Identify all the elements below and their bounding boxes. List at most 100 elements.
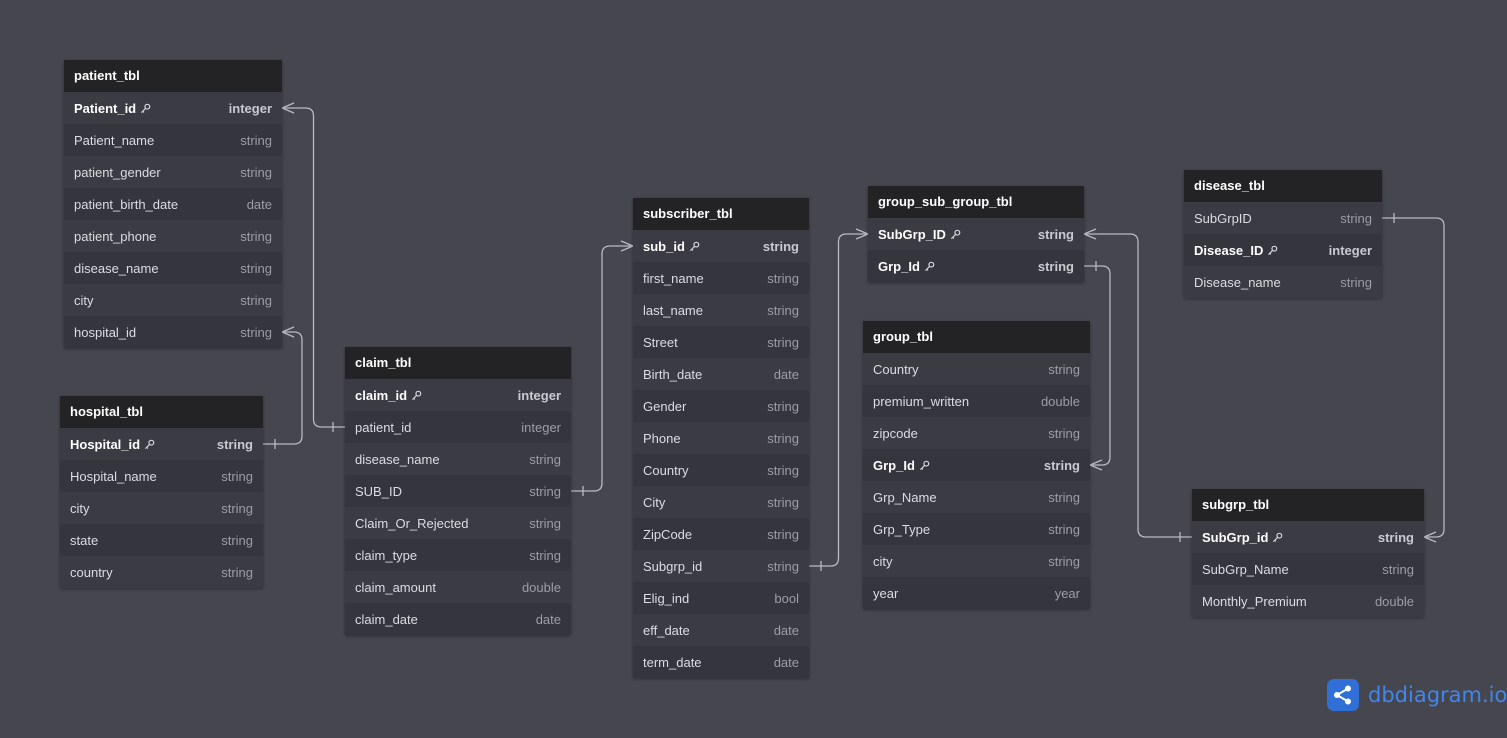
field-name: claim_type [355, 548, 417, 563]
relationship-line[interactable] [281, 102, 345, 432]
field-row[interactable]: eff_date date [633, 614, 809, 646]
key-icon [1267, 245, 1278, 256]
field-row[interactable]: Country string [633, 454, 809, 486]
field-row[interactable]: Birth_date date [633, 358, 809, 390]
field-row[interactable]: Monthly_Premium double [1192, 585, 1424, 617]
field-row[interactable]: Disease_name string [1184, 266, 1382, 298]
table-header[interactable]: group_tbl [863, 321, 1090, 353]
field-row[interactable]: claim_id integer [345, 379, 571, 411]
field-row[interactable]: Street string [633, 326, 809, 358]
field-row[interactable]: City string [633, 486, 809, 518]
field-name-text: first_name [643, 270, 704, 286]
field-row[interactable]: Grp_Id string [868, 250, 1084, 282]
table-patient-tbl[interactable]: patient_tbl Patient_id integer Patient_name… [64, 60, 282, 348]
field-row[interactable]: Country string [863, 353, 1090, 385]
key-icon [924, 261, 935, 272]
relationship-line[interactable] [1083, 228, 1192, 542]
field-name: hospital_id [74, 325, 136, 340]
field-name-text: eff_date [643, 622, 690, 638]
field-row[interactable]: hospital_id string [64, 316, 282, 348]
table-header[interactable]: subscriber_tbl [633, 198, 809, 230]
field-row[interactable]: year year [863, 577, 1090, 609]
field-row[interactable]: Phone string [633, 422, 809, 454]
table-header[interactable]: claim_tbl [345, 347, 571, 379]
field-row[interactable]: country string [60, 556, 263, 588]
field-row[interactable]: sub_id string [633, 230, 809, 262]
field-name: Subgrp_id [643, 559, 702, 574]
field-row[interactable]: city string [60, 492, 263, 524]
field-row[interactable]: Grp_Id string [863, 449, 1090, 481]
field-row[interactable]: patient_id integer [345, 411, 571, 443]
field-row[interactable]: Elig_ind bool [633, 582, 809, 614]
field-row[interactable]: zipcode string [863, 417, 1090, 449]
field-row[interactable]: Patient_id integer [64, 92, 282, 124]
field-row[interactable]: SubGrp_ID string [868, 218, 1084, 250]
field-row[interactable]: Hospital_name string [60, 460, 263, 492]
table-header[interactable]: patient_tbl [64, 60, 282, 92]
field-row[interactable]: SubGrp_Name string [1192, 553, 1424, 585]
field-name-text: claim_date [355, 611, 418, 627]
key-icon [411, 390, 422, 401]
table-hospital-tbl[interactable]: hospital_tbl Hospital_id string Hospital_na… [60, 396, 263, 588]
table-claim-tbl[interactable]: claim_tbl claim_id integer patient_id intege… [345, 347, 571, 635]
field-name: SubGrp_id [1202, 530, 1283, 545]
field-name-text: last_name [643, 302, 703, 318]
field-name: Grp_Type [873, 522, 930, 537]
table-header[interactable]: subgrp_tbl [1192, 489, 1424, 521]
table-group-sub-group-tbl[interactable]: group_sub_group_tbl SubGrp_ID string Grp_Id… [868, 186, 1084, 282]
table-header[interactable]: disease_tbl [1184, 170, 1382, 202]
table-subgrp-tbl[interactable]: subgrp_tbl SubGrp_id string SubGrp_Name stri… [1192, 489, 1424, 617]
table-header[interactable]: hospital_tbl [60, 396, 263, 428]
field-name-text: Gender [643, 398, 687, 414]
field-row[interactable]: state string [60, 524, 263, 556]
field-type: string [240, 132, 272, 148]
field-name: city [74, 293, 94, 308]
field-row[interactable]: Subgrp_id string [633, 550, 809, 582]
field-type: bool [774, 590, 799, 606]
field-row[interactable]: claim_amount double [345, 571, 571, 603]
field-type: string [1048, 489, 1080, 505]
field-type: string [221, 468, 253, 484]
field-name: Birth_date [643, 367, 702, 382]
field-row[interactable]: Claim_Or_Rejected string [345, 507, 571, 539]
field-name: term_date [643, 655, 702, 670]
field-row[interactable]: patient_gender string [64, 156, 282, 188]
field-row[interactable]: Patient_name string [64, 124, 282, 156]
field-row[interactable]: SUB_ID string [345, 475, 571, 507]
field-row[interactable]: term_date date [633, 646, 809, 678]
field-row[interactable]: first_name string [633, 262, 809, 294]
dbdiagram-logo[interactable]: dbdiagram.io [1327, 679, 1507, 711]
field-row[interactable]: city string [64, 284, 282, 316]
table-disease-tbl[interactable]: disease_tbl SubGrpID string Disease_ID integ… [1184, 170, 1382, 298]
relationship-line[interactable] [571, 240, 634, 496]
field-row[interactable]: Grp_Name string [863, 481, 1090, 513]
field-name-text: ZipCode [643, 526, 693, 542]
field-row[interactable]: last_name string [633, 294, 809, 326]
field-row[interactable]: claim_date date [345, 603, 571, 635]
table-group-tbl[interactable]: group_tbl Country string premium_written dou… [863, 321, 1090, 609]
field-row[interactable]: ZipCode string [633, 518, 809, 550]
field-type: string [221, 500, 253, 516]
field-row[interactable]: claim_type string [345, 539, 571, 571]
relationship-line[interactable] [809, 228, 869, 571]
field-name: Grp_Name [873, 490, 937, 505]
field-row[interactable]: Hospital_id string [60, 428, 263, 460]
field-row[interactable]: city string [863, 545, 1090, 577]
field-type: string [767, 302, 799, 318]
field-row[interactable]: disease_name string [345, 443, 571, 475]
field-row[interactable]: patient_birth_date date [64, 188, 282, 220]
field-type: integer [1328, 242, 1372, 258]
field-row[interactable]: premium_written double [863, 385, 1090, 417]
field-row[interactable]: Disease_ID integer [1184, 234, 1382, 266]
table-header[interactable]: group_sub_group_tbl [868, 186, 1084, 218]
field-row[interactable]: patient_phone string [64, 220, 282, 252]
field-type: string [767, 494, 799, 510]
field-row[interactable]: Gender string [633, 390, 809, 422]
field-row[interactable]: Grp_Type string [863, 513, 1090, 545]
field-name-text: Country [873, 361, 919, 377]
field-name: sub_id [643, 239, 700, 254]
field-row[interactable]: SubGrp_id string [1192, 521, 1424, 553]
field-row[interactable]: disease_name string [64, 252, 282, 284]
field-row[interactable]: SubGrpID string [1184, 202, 1382, 234]
table-subscriber-tbl[interactable]: subscriber_tbl sub_id string first_name stri… [633, 198, 809, 678]
